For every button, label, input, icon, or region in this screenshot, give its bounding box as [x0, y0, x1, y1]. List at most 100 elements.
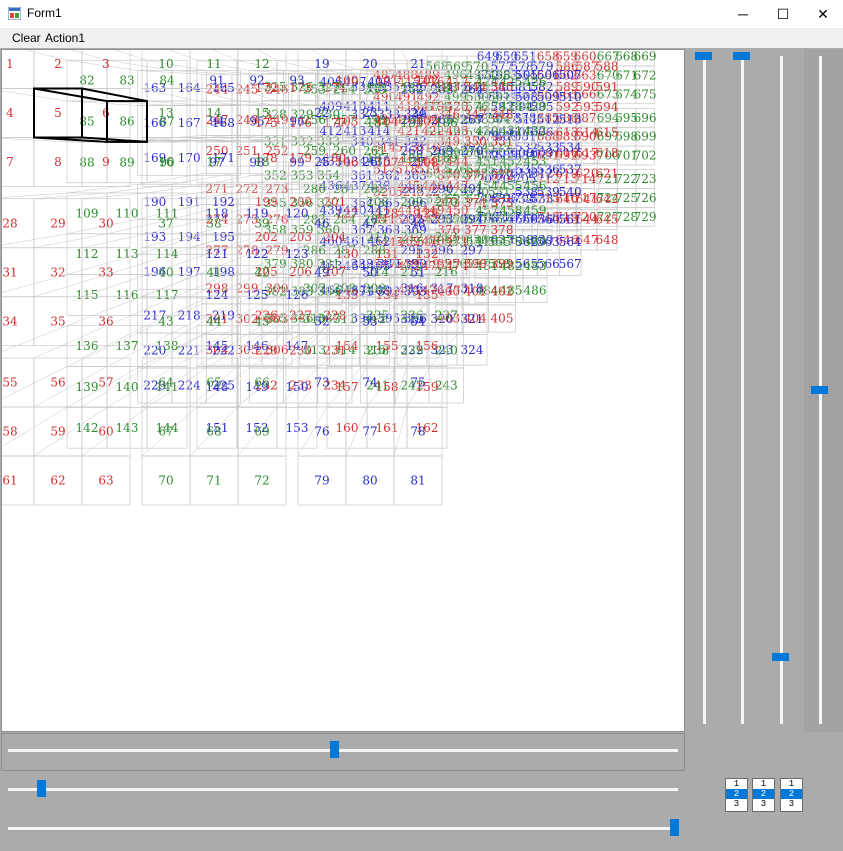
cell-label: 642 — [596, 192, 619, 206]
v-slider-4-thumb[interactable] — [811, 386, 828, 394]
h-slider-3-track[interactable] — [8, 827, 678, 830]
listbox-1-item[interactable]: 1 — [726, 779, 747, 789]
h-slider-2-thumb[interactable] — [37, 780, 47, 797]
cell-label: 52 — [314, 314, 329, 328]
cell-label: 56 — [50, 376, 65, 390]
cell-label: 18 — [254, 155, 269, 169]
cell-label: 128 — [376, 206, 399, 220]
cell-label: 161 — [376, 421, 399, 435]
menu-item-clear[interactable]: Clear — [12, 31, 41, 45]
title-bar[interactable]: Form1 ─ ☐ ✕ — [0, 0, 843, 28]
bottom-slider-panel — [1, 733, 685, 771]
cell-label: 567 — [559, 257, 582, 271]
cell-edge — [2, 325, 68, 352]
listbox-2[interactable]: 1 2 3 — [752, 778, 775, 812]
cell-label: 46 — [314, 216, 329, 230]
cell-edge — [81, 233, 148, 248]
cell-label: 53 — [362, 314, 377, 328]
cell-label: 106 — [336, 155, 359, 169]
cell-label: 402 — [491, 284, 514, 298]
cell-label: 324 — [461, 343, 484, 357]
cell-label: 398 — [464, 257, 487, 271]
listbox-1[interactable]: 1 2 3 — [725, 778, 748, 812]
cell-label: 81 — [410, 474, 425, 488]
listbox-3[interactable]: 1 2 3 — [780, 778, 803, 812]
cell-label: 20 — [362, 57, 377, 71]
listbox-2-item-selected[interactable]: 2 — [753, 789, 774, 799]
cell-label: 699 — [634, 130, 657, 144]
minimize-button[interactable]: ─ — [723, 0, 763, 28]
menu-item-action1[interactable]: Action1 — [45, 31, 85, 45]
cell-label: 104 — [376, 115, 399, 129]
cell-label: 42 — [254, 265, 269, 279]
cell-label: 561 — [559, 213, 582, 227]
app-icon — [8, 7, 21, 20]
cell-label: 158 — [376, 380, 399, 394]
cell-label: 140 — [116, 380, 139, 394]
cell-label: 31 — [2, 265, 17, 279]
cell-label: 594 — [596, 100, 619, 114]
cell-label: 726 — [634, 191, 657, 205]
cell-label: 116 — [116, 288, 139, 302]
v-slider-3-thumb[interactable] — [772, 653, 789, 662]
cell-label: 429 — [524, 100, 547, 114]
cell-label: 321 — [461, 312, 484, 326]
cell-label: 127 — [336, 206, 359, 220]
cell-label: 372 — [491, 169, 514, 183]
cell-label: 112 — [76, 247, 99, 261]
listbox-3-item[interactable]: 1 — [781, 779, 802, 789]
h-slider-1-track[interactable] — [8, 749, 678, 752]
cell-label: 71 — [206, 474, 221, 488]
listbox-2-item[interactable]: 1 — [753, 779, 774, 789]
close-icon: ✕ — [817, 5, 829, 22]
cell-label: 15 — [254, 106, 269, 120]
cell-edge — [146, 60, 207, 71]
cell-label: 86 — [119, 115, 134, 129]
cell-label: 64 — [158, 376, 174, 390]
cell-label: 80 — [362, 474, 377, 488]
cell-label: 669 — [634, 50, 657, 64]
cube-grid-scene[interactable]: 6496506516526536546556566576586596606616… — [2, 50, 685, 732]
v-slider-3-track[interactable] — [780, 56, 783, 724]
cell-label: 125 — [246, 288, 269, 302]
cell-label: 135 — [416, 288, 439, 302]
listbox-1-item-selected[interactable]: 2 — [726, 789, 747, 799]
maximize-button[interactable]: ☐ — [763, 0, 803, 28]
window-title: Form1 — [27, 6, 62, 20]
cell-label: 507 — [559, 68, 582, 82]
cell-label: 25 — [314, 155, 329, 169]
cell-label: 648 — [596, 233, 619, 247]
cell-edge — [2, 192, 68, 198]
listbox-3-item[interactable]: 3 — [781, 799, 802, 809]
cell-label: 33 — [98, 265, 113, 279]
cell-label: 54 — [410, 314, 426, 328]
v-slider-2-track[interactable] — [741, 56, 744, 724]
v-slider-2-thumb[interactable] — [733, 52, 750, 60]
cell-label: 696 — [634, 111, 657, 125]
cell-label: 615 — [596, 126, 619, 140]
h-slider-2-track[interactable] — [8, 788, 678, 791]
cell-label: 101 — [376, 74, 399, 88]
cell-label: 57 — [98, 376, 113, 390]
cell-label: 3 — [102, 57, 110, 71]
v-slider-1-track[interactable] — [703, 56, 706, 724]
h-slider-1-thumb[interactable] — [330, 741, 340, 758]
cell-label: 79 — [314, 474, 329, 488]
cell-label: 10 — [158, 57, 173, 71]
v-slider-1-thumb[interactable] — [695, 52, 712, 60]
h-slider-3-thumb[interactable] — [670, 819, 679, 836]
render-canvas[interactable]: 649 650 651 652 653 654 655 656 657 658 659 660 661 6… — [1, 49, 685, 732]
cell-label: 126 — [286, 288, 309, 302]
cell-label: 47 — [362, 216, 377, 230]
listbox-3-item-selected[interactable]: 2 — [781, 789, 802, 799]
cell-label: 378 — [491, 223, 514, 237]
listbox-1-item[interactable]: 3 — [726, 799, 747, 809]
cell-label: 157 — [336, 380, 359, 394]
close-button[interactable]: ✕ — [803, 0, 843, 28]
cell-label: 93 — [289, 74, 304, 88]
cell-label: 195 — [212, 230, 235, 244]
cell-label: 78 — [410, 425, 425, 439]
cell-label: 29 — [50, 216, 65, 230]
cell-label: 132 — [416, 247, 439, 261]
listbox-2-item[interactable]: 3 — [753, 799, 774, 809]
